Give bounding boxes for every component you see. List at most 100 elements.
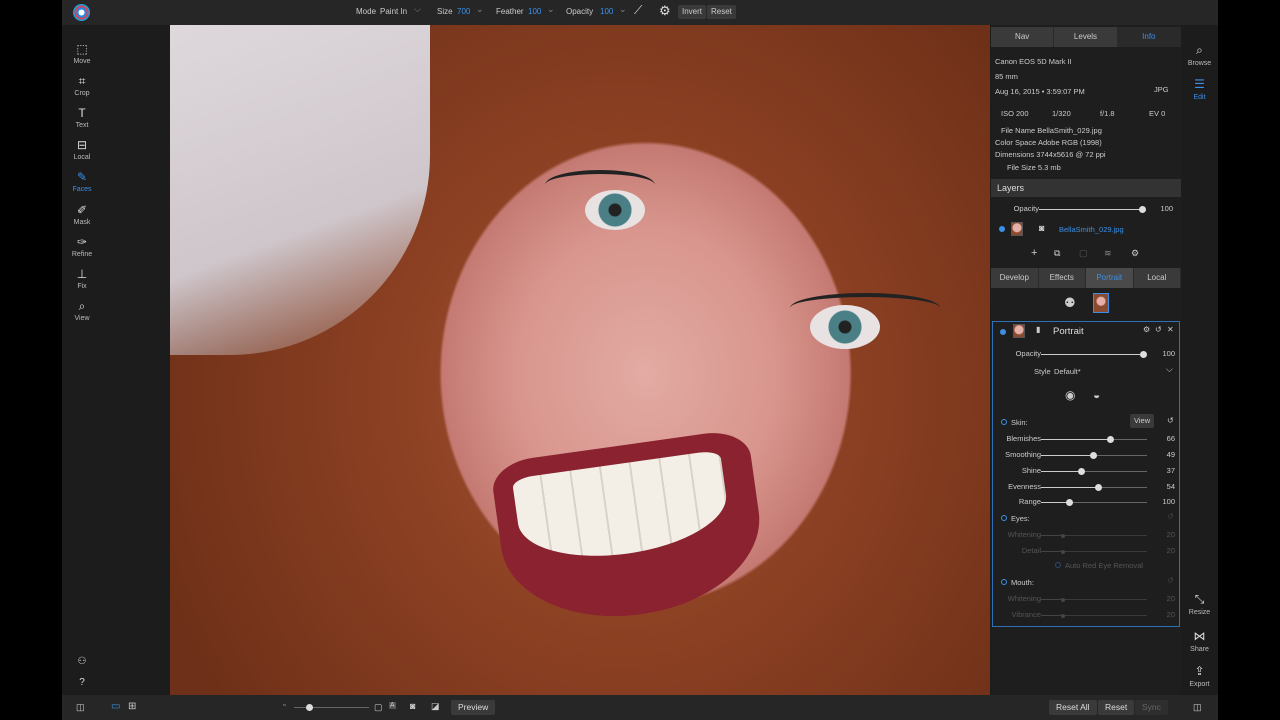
gear-icon[interactable]: ⚙ [1143, 325, 1150, 334]
panel-toggle-icon[interactable]: ◫ [76, 702, 85, 713]
blemishes-slider[interactable]: Blemishes 66 [993, 432, 1183, 446]
gear-icon[interactable]: ⚙ [1131, 248, 1139, 259]
evenness-slider[interactable]: Evenness 54 [993, 480, 1183, 494]
style-select[interactable]: Default* [1054, 367, 1081, 376]
fit-icon[interactable]: ▢ [374, 702, 383, 713]
slider-track[interactable] [1039, 206, 1146, 213]
slider-track[interactable] [1041, 550, 1147, 554]
tool-text[interactable]: T Text [62, 106, 102, 129]
layers-opacity-slider[interactable]: Opacity 100 [991, 202, 1181, 216]
mode-select[interactable]: Paint In [380, 7, 407, 16]
chevron-down-icon[interactable]: ⌵ [414, 4, 421, 15]
edit-button[interactable]: ☰ Edit [1181, 77, 1218, 101]
slider-track[interactable] [1041, 436, 1147, 443]
slider-track[interactable] [1041, 351, 1147, 358]
tab-develop[interactable]: Develop [991, 268, 1039, 288]
tab-nav[interactable]: Nav [991, 27, 1055, 47]
tab-portrait[interactable]: Portrait [1086, 268, 1134, 288]
delete-layer-icon[interactable]: ▢ [1079, 248, 1088, 259]
share-button[interactable]: ⋈ Share [1181, 629, 1218, 653]
help-icon[interactable]: ? [62, 676, 102, 690]
tab-info[interactable]: Info [1117, 27, 1181, 47]
slider-track[interactable] [1041, 499, 1147, 506]
size-value[interactable]: 700 [457, 7, 470, 16]
account-icon[interactable]: ⚇ [62, 655, 102, 669]
invert-button[interactable]: Invert [678, 5, 707, 19]
gear-icon[interactable]: ⚙ [659, 3, 671, 19]
smoothing-slider[interactable]: Smoothing 49 [993, 448, 1183, 462]
view-button[interactable]: View [1130, 414, 1155, 428]
close-icon[interactable]: ✕ [1167, 325, 1174, 334]
portrait-opacity-slider[interactable]: Opacity 100 [993, 347, 1183, 361]
sync-button[interactable]: Sync [1135, 700, 1168, 715]
filmstrip-view-icon[interactable]: ⊞ [128, 701, 136, 712]
tab-levels[interactable]: Levels [1054, 27, 1118, 47]
stack-icon[interactable]: ≋ [1104, 248, 1112, 259]
portrait-visibility-dot[interactable] [1000, 329, 1006, 335]
tool-fix[interactable]: ⊥ Fix [62, 267, 102, 290]
shine-slider[interactable]: Shine 37 [993, 464, 1183, 478]
range-slider[interactable]: Range 100 [993, 495, 1183, 509]
slider-track[interactable] [1041, 452, 1147, 459]
mask-view-icon[interactable]: ◙ [410, 701, 415, 711]
opacity-value[interactable]: 100 [600, 7, 613, 16]
compare-icon[interactable]: ◪ [431, 701, 440, 712]
reset-button[interactable]: Reset [1098, 700, 1135, 715]
reset-icon[interactable]: ↺ [1167, 416, 1174, 425]
export-button[interactable]: ⇪ Export [1181, 664, 1218, 688]
single-view-icon[interactable]: ▭ [111, 701, 120, 712]
browse-button[interactable]: ⌕ Browse [1181, 43, 1218, 67]
chevron-down-icon[interactable]: ⌄ [619, 4, 627, 15]
chevron-down-icon[interactable]: ⌵ [1166, 364, 1173, 375]
mouth-vibrance-slider[interactable]: Vibrance 20 [993, 608, 1183, 622]
undo-icon[interactable]: ↺ [1155, 325, 1162, 334]
layer-name[interactable]: BellaSmith_029.jpg [1059, 225, 1124, 234]
duplicate-layer-icon[interactable]: ⧉ [1054, 248, 1060, 259]
tool-local[interactable]: ⊟ Local [62, 138, 102, 161]
layer-mask-icon[interactable]: ◙ [1039, 223, 1044, 233]
eyes-whitening-slider[interactable]: Whitening 20 [993, 528, 1183, 542]
slider-track[interactable] [1041, 484, 1147, 491]
eyes-toggle[interactable] [1001, 515, 1007, 521]
auto-icon[interactable]: A [389, 702, 396, 709]
zoom-knob[interactable] [306, 704, 313, 711]
resize-button[interactable]: ⤡ Resize [1181, 592, 1218, 616]
tool-refine[interactable]: ✑ Refine [62, 235, 102, 258]
tool-move[interactable]: ⬚ Move [62, 42, 102, 65]
slider-track[interactable] [1041, 614, 1147, 618]
slider-track[interactable] [1041, 534, 1147, 538]
add-face-icon[interactable]: ⚉ [1064, 295, 1076, 311]
eyes-detail-slider[interactable]: Detail 20 [993, 544, 1183, 558]
tab-local[interactable]: Local [1134, 268, 1181, 288]
mouth-whitening-slider[interactable]: Whitening 20 [993, 592, 1183, 606]
slider-track[interactable] [1041, 598, 1147, 602]
skin-toggle[interactable] [1001, 419, 1007, 425]
layers-header[interactable]: Layers [991, 179, 1181, 197]
tab-effects[interactable]: Effects [1039, 268, 1086, 288]
magic-wand-icon[interactable]: ⟋ [634, 3, 642, 18]
mouth-icon[interactable]: ◒ [1093, 388, 1100, 402]
zoom-slider[interactable] [294, 704, 369, 711]
right-panel-toggle-icon[interactable]: ◫ [1193, 702, 1202, 713]
add-layer-icon[interactable]: + [1031, 247, 1037, 259]
layer-thumbnail[interactable] [1011, 222, 1023, 236]
preview-button[interactable]: Preview [451, 700, 496, 715]
tool-crop[interactable]: ⌗ Crop [62, 74, 102, 97]
tool-faces[interactable]: ✎ Faces [62, 170, 102, 193]
face-thumbnail[interactable] [1093, 293, 1109, 313]
app-logo-icon[interactable] [73, 4, 90, 21]
reset-icon[interactable]: ↺ [1167, 576, 1174, 585]
chevron-down-icon[interactable]: ⌄ [476, 4, 484, 15]
feather-value[interactable]: 100 [528, 7, 541, 16]
mask-icon[interactable]: ▮ [1036, 325, 1040, 334]
red-eye-checkbox[interactable] [1055, 562, 1061, 568]
reset-button[interactable]: Reset [707, 5, 736, 19]
photo-canvas[interactable] [170, 25, 990, 695]
zoom-out-icon[interactable]: ▫ [283, 702, 285, 709]
mouth-toggle[interactable] [1001, 579, 1007, 585]
layer-visibility-dot[interactable] [999, 226, 1005, 232]
reset-all-button[interactable]: Reset All [1049, 700, 1097, 715]
reset-icon[interactable]: ↺ [1167, 512, 1174, 521]
eye-icon[interactable]: ◉ [1065, 388, 1075, 402]
chevron-down-icon[interactable]: ⌄ [547, 4, 555, 15]
